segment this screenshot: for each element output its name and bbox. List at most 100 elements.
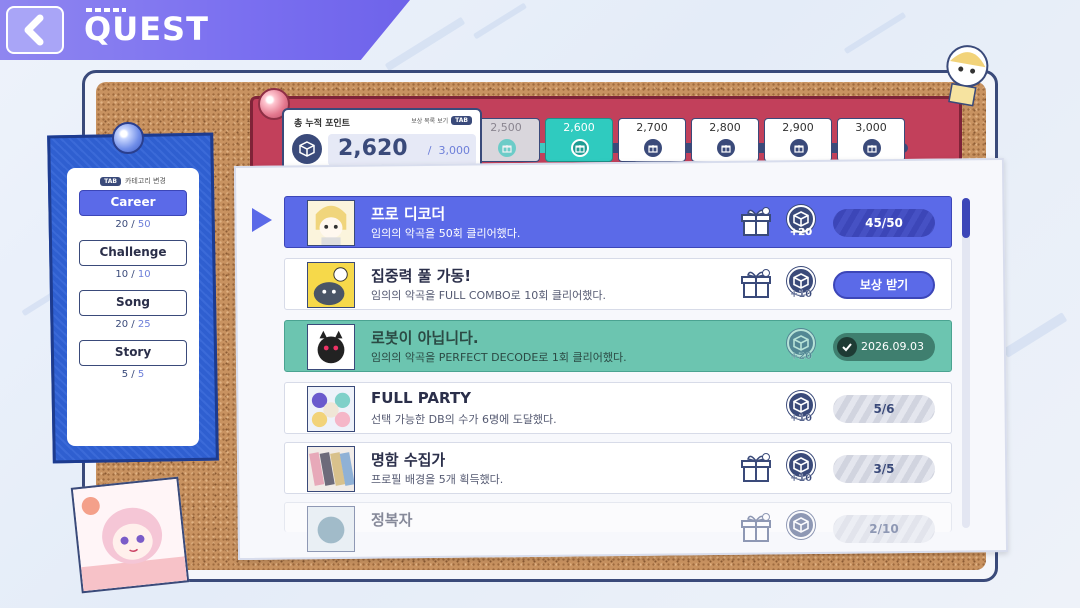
quest-thumbnail xyxy=(307,506,355,552)
category-total: 25 xyxy=(137,319,151,330)
quest-description: 임의의 악곡을 50회 클리어했다. xyxy=(371,227,521,240)
milestone-value: 2,800 xyxy=(709,121,741,134)
category-progress: 20 / 25 xyxy=(115,319,151,330)
tab-key-badge: TAB xyxy=(100,176,121,186)
points-label: 총 누적 포인트 xyxy=(294,119,350,129)
quest-thumbnail xyxy=(307,386,355,432)
point-reward-amount: +10 xyxy=(789,473,813,484)
claim-reward-button[interactable]: 보상 받기 xyxy=(833,271,935,299)
gift-icon xyxy=(790,139,808,157)
tab-hint-label: 카테고리 변경 xyxy=(124,177,166,185)
milestone-locked[interactable]: 3,000 xyxy=(837,118,905,162)
milestone-value: 2,500 xyxy=(490,121,522,134)
point-reward: +20 xyxy=(785,329,817,367)
completion-date-badge: 2026.09.03 xyxy=(833,333,935,361)
milestone-value: 2,900 xyxy=(782,121,814,134)
points-max: / 3,000 xyxy=(427,144,470,157)
category-progress: 10 / 10 xyxy=(115,269,151,280)
back-button[interactable] xyxy=(6,6,64,54)
category-total: 50 xyxy=(137,219,151,230)
gift-reward[interactable] xyxy=(740,453,772,483)
milestone-value: 2,700 xyxy=(636,121,668,134)
chevron-left-icon xyxy=(24,14,44,46)
quest-description: 프로필 배경을 5개 획득했다. xyxy=(371,473,504,486)
quest-description: 선택 가능한 DB의 수가 6명에 도달했다. xyxy=(371,413,557,426)
milestone-locked[interactable]: 2,900 xyxy=(764,118,832,162)
quest-row[interactable]: 정복자 2/10 xyxy=(284,502,952,552)
quest-thumbnail xyxy=(307,324,355,370)
gift-icon xyxy=(741,269,771,298)
character-sticker xyxy=(70,476,190,594)
point-reward: +10 xyxy=(785,267,817,305)
category-tab-hint: TAB 카테고리 변경 xyxy=(67,176,199,186)
quest-title: 프로 디코더 xyxy=(371,205,446,223)
scrollbar-thumb[interactable] xyxy=(962,198,970,238)
point-reward-amount: +20 xyxy=(789,351,813,362)
quest-row[interactable]: 명함 수집가프로필 배경을 5개 획득했다. +10 3/5 xyxy=(284,442,952,494)
quest-thumbnail xyxy=(307,446,355,492)
points-value-box: 2,620 / 3,000 xyxy=(328,134,476,166)
quest-status-text: 2/10 xyxy=(869,522,899,536)
category-done: 10 xyxy=(115,269,129,280)
point-reward: +10 xyxy=(785,391,817,429)
gift-icon xyxy=(741,453,771,482)
gift-reward[interactable] xyxy=(740,269,772,299)
point-reward xyxy=(785,511,817,549)
quest-progress-badge: 3/5 xyxy=(833,455,935,483)
quest-title: FULL PARTY xyxy=(371,389,471,407)
quest-title: 정복자 xyxy=(371,511,413,529)
quest-progress-badge: 45/50 xyxy=(833,209,935,237)
check-icon xyxy=(837,337,857,357)
point-reward-amount: +20 xyxy=(789,227,813,238)
point-reward: +10 xyxy=(785,451,817,489)
gift-reward[interactable] xyxy=(740,207,772,237)
category-total: 5 xyxy=(137,369,145,380)
point-reward-amount: +10 xyxy=(789,289,813,300)
gift-icon xyxy=(717,139,735,157)
milestone-locked[interactable]: 2,700 xyxy=(618,118,686,162)
quest-row[interactable]: 집중력 풀 가동! 임의의 악곡을 FULL COMBO로 10회 클리어했다. +… xyxy=(284,258,952,310)
points-cube-icon xyxy=(787,511,815,539)
selection-arrow-icon xyxy=(252,208,272,232)
pushpin-icon xyxy=(112,122,144,154)
quest-row[interactable]: 로봇이 아닙니다. 임의의 악곡을 PERFECT DECODE로 1회 클리어했… xyxy=(284,320,952,372)
gift-icon xyxy=(741,513,771,542)
gift-icon xyxy=(863,139,881,157)
category-total: 10 xyxy=(137,269,151,280)
reward-list-hint-label: 보상 목록 보기 xyxy=(411,118,449,125)
quest-description: 임의의 악곡을 PERFECT DECODE로 1회 클리어했다. xyxy=(371,351,627,364)
quest-row[interactable]: FULL PARTY 선택 가능한 DB의 수가 6명에 도달했다. +10 5/6 xyxy=(284,382,952,434)
tab-key-badge: TAB xyxy=(451,116,472,125)
quest-status-text: 45/50 xyxy=(865,216,903,230)
category-button-career[interactable]: Career xyxy=(79,190,187,216)
gift-icon xyxy=(644,139,662,157)
reward-list-hint[interactable]: 보상 목록 보기 TAB xyxy=(411,116,472,125)
gift-icon xyxy=(741,207,771,236)
quest-title: 명함 수집가 xyxy=(371,451,446,469)
category-done: 20 xyxy=(115,219,129,230)
milestone-current[interactable]: 2,600 xyxy=(545,118,613,162)
gift-icon xyxy=(571,139,589,157)
quest-title: 집중력 풀 가동! xyxy=(371,267,472,285)
category-button-story[interactable]: Story xyxy=(79,340,187,366)
bg-streak xyxy=(472,2,528,40)
category-button-song[interactable]: Song xyxy=(79,290,187,316)
category-progress: 20 / 50 xyxy=(115,219,151,230)
quest-description: 임의의 악곡을 FULL COMBO로 10회 클리어했다. xyxy=(371,289,607,302)
category-progress: 5 / 5 xyxy=(121,369,145,380)
point-reward: +20 xyxy=(785,205,817,243)
quest-row[interactable]: 프로 디코더임의의 악곡을 50회 클리어했다. +20 45/50 xyxy=(284,196,952,248)
total-points-card: 총 누적 포인트 보상 목록 보기 TAB 2,620 / 3,000 xyxy=(282,108,482,172)
quest-status-text: 2026.09.03 xyxy=(861,340,924,353)
bg-streak xyxy=(384,16,466,72)
quest-progress-badge: 2/10 xyxy=(833,515,935,543)
category-button-challenge[interactable]: Challenge xyxy=(79,240,187,266)
milestone-done[interactable]: 2,500 xyxy=(472,118,540,162)
quest-title: 로봇이 아닙니다. xyxy=(371,329,479,347)
gift-reward[interactable] xyxy=(740,513,772,543)
milestone-value: 2,600 xyxy=(563,121,595,134)
scrollbar-track[interactable] xyxy=(962,198,970,528)
gift-icon xyxy=(498,139,516,157)
milestone-locked[interactable]: 2,800 xyxy=(691,118,759,162)
bg-streak xyxy=(1002,312,1068,358)
